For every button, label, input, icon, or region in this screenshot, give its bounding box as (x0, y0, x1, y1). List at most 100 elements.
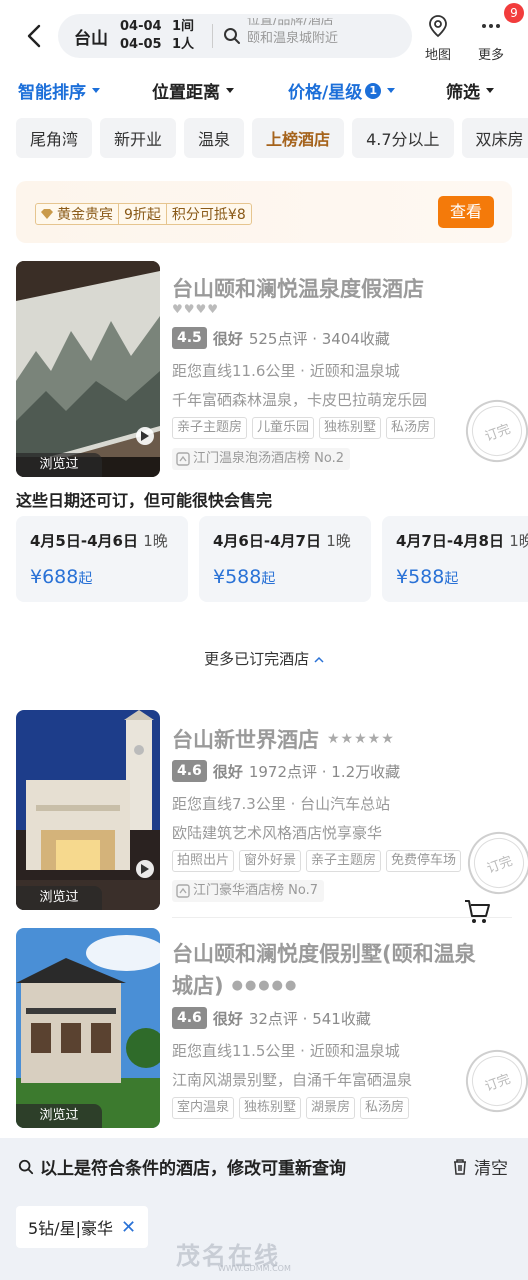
hotel-distance: 距您直线11.5公里 · 近颐和温泉城 (172, 1042, 400, 1060)
trash-icon (454, 1158, 466, 1175)
rating-word: 很好 (212, 1009, 243, 1028)
score-badge: 4.6 (172, 1007, 207, 1029)
more-sold-out-toggle[interactable]: 更多已订完酒店 (0, 648, 528, 669)
hotel-description: 江南风湖景别墅，自涌千年富硒温泉 (172, 1071, 413, 1089)
more-button[interactable]: 更多 (468, 14, 514, 63)
sort-filter-label: 筛选 (446, 83, 480, 103)
date-option-range: 4月7日-4月8日 1晚 (396, 530, 528, 551)
sort-smart[interactable]: 智能排序 (18, 78, 100, 103)
chevron-up-icon (314, 656, 324, 663)
play-icon (141, 864, 149, 874)
sort-distance[interactable]: 位置距离 (152, 78, 234, 103)
active-filter-label: 5钻/星|豪华 (28, 1219, 113, 1238)
hotel-name-text: 台山新世界酒店 (172, 728, 319, 752)
hotel-name[interactable]: 台山颐和澜悦度假别墅(颐和温泉 城店) ●●●●● (172, 938, 476, 1002)
hotel-tags: 亲子主题房 儿童乐园 独栋别墅 私汤房 (172, 417, 436, 439)
caret-down-icon (92, 88, 100, 93)
watermark-url: WWW.GDMM.COM (218, 1264, 291, 1273)
chip-hot-spring[interactable]: 温泉 (184, 118, 245, 158)
date-option-range: 4月5日-4月6日 1晚 (30, 530, 168, 551)
video-play-button[interactable] (136, 860, 154, 878)
feature-tag: 儿童乐园 (252, 417, 315, 439)
rating-word: 很好 (212, 329, 243, 348)
hotel-name[interactable]: 台山颐和澜悦温泉度假酒店 (172, 273, 424, 303)
date-option-nights: 1晚 (326, 532, 351, 550)
sold-out-stamp: 订完 (457, 1041, 528, 1121)
clear-label: 清空 (474, 1159, 508, 1179)
sort-distance-label: 位置距离 (152, 83, 220, 103)
date-option[interactable]: 4月6日-4月7日 1晚 ¥588起 (199, 516, 371, 602)
sort-price-star[interactable]: 价格/星级 1 (288, 78, 396, 103)
sort-price-label: 价格/星级 (288, 83, 363, 103)
cart-icon (465, 900, 490, 923)
hotel-rating-row: 4.6 很好 32点评 · 541收藏 (172, 1007, 371, 1029)
price-suffix: 起 (444, 571, 459, 587)
hotel-description: 欧陆建筑艺术风格酒店悦享豪华 (172, 824, 383, 842)
chip-rating-4-7[interactable]: 4.7分以上 (352, 118, 454, 158)
search-bar[interactable]: 台山 04-04 04-05 1间 1人 位置/品牌/酒店 颐和温泉城附近 (58, 14, 412, 58)
sort-bar: 智能排序 位置距离 价格/星级 1 筛选 (0, 78, 528, 106)
more-dots-icon (482, 24, 500, 28)
member-level: 黄金贵宾 (36, 204, 119, 224)
guest-count: 1人 (172, 37, 195, 52)
ranking-badge[interactable]: 江门温泉泡汤酒店榜 No.2 (172, 448, 350, 470)
clear-filters-button[interactable]: 清空 (452, 1154, 508, 1179)
member-points: 积分可抵¥8 (165, 204, 251, 224)
feature-tag: 亲子主题房 (172, 417, 248, 439)
hotel-description: 千年富硒森林温泉，卡皮巴拉萌宠乐园 (172, 391, 428, 409)
divider (172, 917, 512, 918)
more-label: 更多 (477, 48, 504, 63)
search-input[interactable]: 位置/品牌/酒店 颐和温泉城附近 (247, 18, 397, 54)
feature-tag: 独栋别墅 (239, 1097, 302, 1119)
hotel-name-line-2: 城店) (172, 974, 224, 998)
date-option-dates: 4月6日-4月7日 (213, 532, 321, 550)
price-value: ¥588 (213, 566, 262, 588)
member-tag: 黄金贵宾 9折起 积分可抵¥8 (35, 203, 252, 225)
date-option[interactable]: 4月7日-4月8日 1晚 ¥588起 (382, 516, 528, 602)
review-count: 1972点评 · 1.2万收藏 (248, 762, 401, 781)
date-option-range: 4月6日-4月7日 1晚 (213, 530, 351, 551)
feature-tag: 免费停车场 (386, 850, 462, 872)
review-count: 32点评 · 541收藏 (248, 1009, 371, 1028)
play-icon (141, 431, 149, 441)
map-button[interactable]: 地图 (415, 14, 461, 63)
date-option-nights: 1晚 (143, 532, 168, 550)
hotel-thumbnail[interactable]: 浏览过 (16, 928, 160, 1128)
ranking-badge[interactable]: 江门豪华酒店榜 No.7 (172, 880, 324, 902)
sold-out-stamp-inner: 订完 (464, 398, 528, 464)
sort-filter[interactable]: 筛选 (446, 78, 494, 103)
ranking-text: 江门温泉泡汤酒店榜 No.2 (193, 451, 344, 466)
chip-weijiaowan[interactable]: 尾角湾 (16, 118, 93, 158)
date-option[interactable]: 4月5日-4月6日 1晚 ¥688起 (16, 516, 188, 602)
date-option-nights: 1晚 (509, 532, 528, 550)
chip-twin-room[interactable]: 双床房 (461, 118, 528, 158)
room-guest-count[interactable]: 1间 1人 (172, 18, 212, 54)
close-icon[interactable]: ✕ (121, 1217, 136, 1238)
search-icon (224, 28, 240, 44)
view-member-button[interactable]: 查看 (438, 196, 494, 228)
feature-tag: 私汤房 (360, 1097, 410, 1119)
chip-new-open[interactable]: 新开业 (100, 118, 177, 158)
cart-button[interactable] (462, 896, 494, 928)
city-label[interactable]: 台山 (74, 24, 120, 49)
hotel-tags: 室内温泉 独栋别墅 湖景房 私汤房 (172, 1097, 410, 1119)
price-value: ¥588 (396, 566, 445, 588)
price-value: ¥688 (30, 566, 79, 588)
sold-out-stamp-inner: 订完 (464, 1048, 528, 1114)
sold-out-stamp-inner: 订完 (466, 830, 528, 896)
hotel-level-icons: ●●●●● (231, 978, 299, 993)
video-play-button[interactable] (136, 427, 154, 445)
active-filter-tag[interactable]: 5钻/星|豪华 ✕ (16, 1206, 149, 1248)
date-range[interactable]: 04-04 04-05 (120, 18, 172, 54)
hotel-name[interactable]: 台山新世界酒店 ★★★★★ (172, 724, 395, 754)
chip-ranked-hotels[interactable]: 上榜酒店 (252, 118, 345, 158)
hotel-distance: 距您直线7.3公里 · 台山汽车总站 (172, 795, 391, 813)
price-suffix: 起 (78, 571, 93, 587)
map-label: 地图 (424, 48, 451, 63)
hotel-thumbnail[interactable]: 浏览过 (16, 261, 160, 477)
date-option-price: ¥688起 (30, 566, 92, 588)
hotel-name-line-1: 台山颐和澜悦度假别墅(颐和温泉 (172, 942, 476, 966)
hotel-thumbnail[interactable]: 浏览过 (16, 710, 160, 910)
back-button[interactable] (16, 18, 52, 54)
sort-smart-label: 智能排序 (18, 83, 86, 103)
